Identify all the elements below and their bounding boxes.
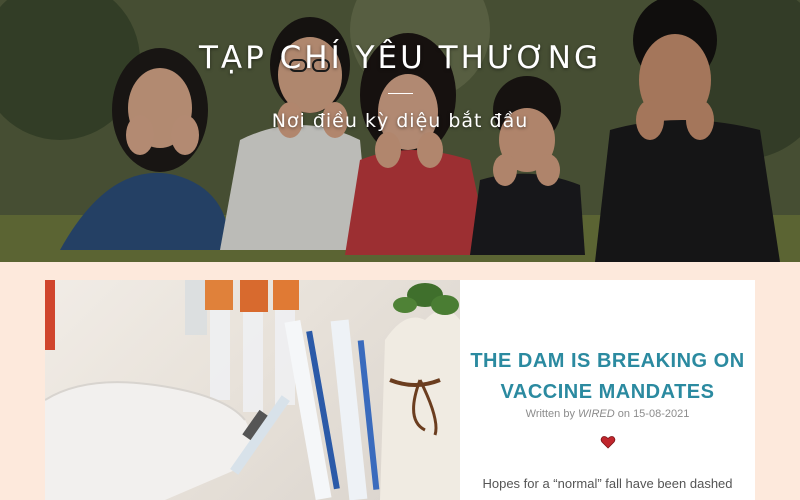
post-date: 15-08-2021 [633, 408, 690, 420]
meta-on: on [617, 408, 630, 420]
hero-banner: TẠP CHÍ YÊU THƯƠNG Nơi điều kỳ diệu bắt … [0, 0, 800, 262]
post-body: THE DAM IS BREAKING ON VACCINE MANDATES … [460, 280, 755, 500]
post-title-line-1[interactable]: THE DAM IS BREAKING ON [470, 346, 745, 377]
site-tagline: Nơi điều kỳ diệu bắt đầu [271, 110, 529, 132]
meta-prefix: Written by [525, 408, 575, 420]
site-title[interactable]: TẠP CHÍ YÊU THƯƠNG [0, 40, 800, 76]
post-title-line-2[interactable]: VACCINE MANDATES [470, 377, 745, 408]
post-thumbnail[interactable] [45, 280, 460, 500]
post-author[interactable]: WIRED [578, 408, 615, 420]
title-divider [388, 93, 413, 94]
post-meta: Written by WIRED on 15-08-2021 [460, 408, 755, 420]
post-excerpt: Hopes for a “normal” fall have been dash… [482, 476, 733, 491]
heart-icon[interactable] [600, 434, 616, 450]
post-card: THE DAM IS BREAKING ON VACCINE MANDATES … [45, 280, 755, 500]
post-title[interactable]: THE DAM IS BREAKING ON VACCINE MANDATES [470, 346, 745, 408]
